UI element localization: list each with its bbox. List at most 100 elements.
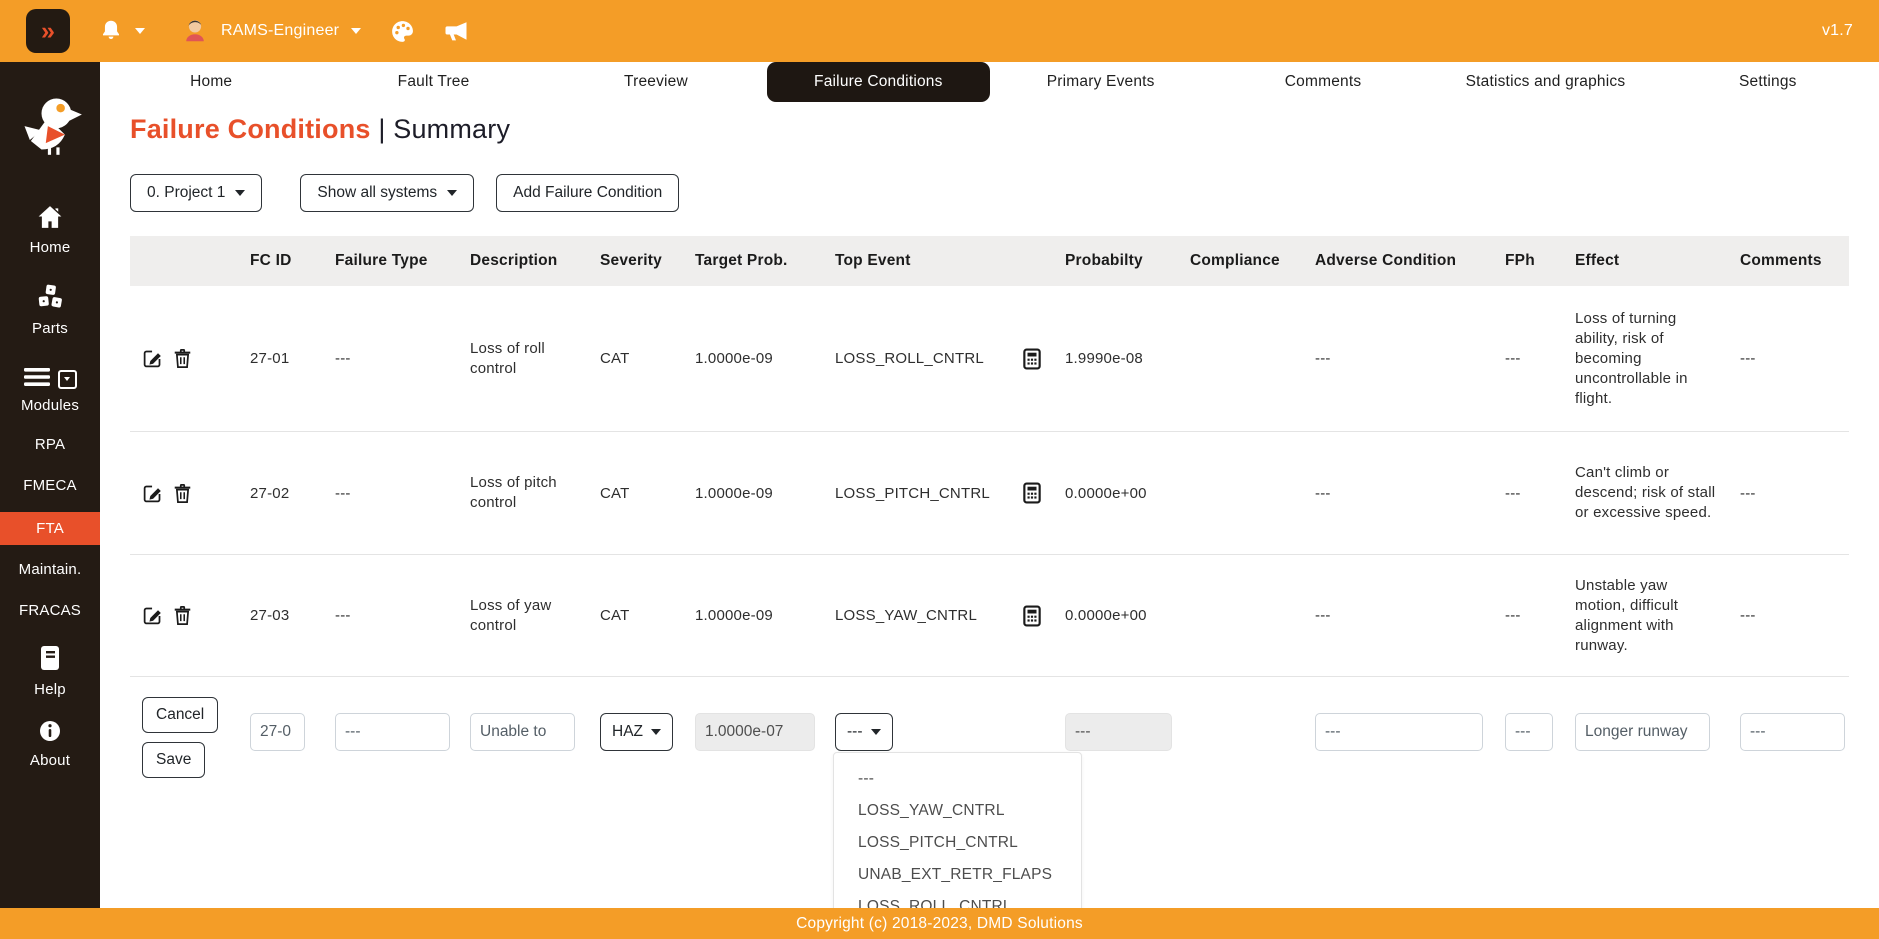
dropdown-option[interactable]: LOSS_PITCH_CNTRL: [834, 827, 1081, 859]
add-failure-condition-button[interactable]: Add Failure Condition: [496, 174, 679, 212]
fc-id-value: 27-01: [240, 350, 325, 367]
sidebar-item-help[interactable]: Help: [0, 645, 100, 698]
dropdown-option[interactable]: ---: [834, 763, 1081, 795]
probability-value: 0.0000e+00: [1055, 485, 1180, 502]
theme-palette-icon[interactable]: [389, 18, 416, 45]
tab-treeview[interactable]: Treeview: [545, 62, 767, 102]
probability-value: 0.0000e+00: [1055, 607, 1180, 624]
fph-value: ---: [1495, 350, 1565, 367]
sidebar-item-label: Help: [34, 681, 66, 698]
top-event-select[interactable]: ---: [835, 713, 893, 751]
sidebar-item-label: FTA: [36, 520, 64, 537]
app-version-label: v1.7: [1822, 22, 1853, 40]
comments-value: ---: [1730, 607, 1849, 624]
main-nav-tabs: Home Fault Tree Treeview Failure Conditi…: [100, 62, 1879, 102]
chevron-down-icon: [871, 729, 881, 735]
failure-type-value: ---: [325, 350, 460, 367]
calculator-icon[interactable]: [1023, 605, 1041, 627]
sidebar-item-label: Maintain.: [19, 561, 82, 578]
probability-input: [1065, 713, 1172, 751]
announcements-megaphone-icon[interactable]: [442, 17, 470, 45]
severity-value: CAT: [590, 607, 685, 624]
copyright-text: Copyright (c) 2018-2023, DMD Solutions: [796, 915, 1083, 933]
description-input[interactable]: [470, 713, 575, 751]
adverse-condition-value: ---: [1305, 607, 1495, 624]
adverse-condition-value: ---: [1305, 350, 1495, 367]
sidebar-item-label: Home: [30, 239, 71, 256]
failure-type-value: ---: [325, 607, 460, 624]
username-label: RAMS-Engineer: [221, 22, 339, 40]
table-row: 27-02 --- Loss of pitch control CAT 1.00…: [130, 432, 1849, 555]
fc-id-value: 27-02: [240, 485, 325, 502]
edit-row-button[interactable]: [142, 348, 163, 369]
adverse-condition-input[interactable]: [1315, 713, 1483, 751]
top-event-value: LOSS_YAW_CNTRL: [835, 607, 977, 624]
sidebar-item-fracas[interactable]: FRACAS: [0, 602, 100, 619]
notifications-bell-icon[interactable]: [98, 18, 124, 44]
column-header-target-prob: Target Prob.: [685, 252, 825, 270]
delete-row-button[interactable]: [173, 483, 192, 504]
top-event-value: LOSS_PITCH_CNTRL: [835, 485, 990, 502]
edit-row-button[interactable]: [142, 605, 163, 626]
edit-row-button[interactable]: [142, 483, 163, 504]
comments-input[interactable]: [1740, 713, 1845, 751]
page-title: Failure Conditions | Summary: [130, 114, 510, 145]
fph-value: ---: [1495, 485, 1565, 502]
target-prob-value: 1.0000e-09: [685, 485, 825, 502]
project-select-button[interactable]: 0. Project 1: [130, 174, 262, 212]
tab-settings[interactable]: Settings: [1657, 62, 1879, 102]
calculator-icon[interactable]: [1023, 482, 1041, 504]
dropdown-option[interactable]: LOSS_YAW_CNTRL: [834, 795, 1081, 827]
table-row: 27-03 --- Loss of yaw control CAT 1.0000…: [130, 555, 1849, 677]
bell-dropdown-caret-icon[interactable]: [135, 28, 145, 34]
modules-expand-icon[interactable]: [58, 370, 77, 389]
fc-id-input[interactable]: [250, 713, 305, 751]
column-header-compliance: Compliance: [1180, 252, 1305, 270]
top-event-value: LOSS_ROLL_CNTRL: [835, 350, 984, 367]
user-dropdown-caret-icon: [351, 28, 361, 34]
sidebar-item-fta[interactable]: FTA: [0, 512, 100, 545]
sidebar-item-rpa[interactable]: RPA: [0, 436, 100, 453]
tab-statistics[interactable]: Statistics and graphics: [1434, 62, 1656, 102]
tab-comments[interactable]: Comments: [1212, 62, 1434, 102]
tab-failure-conditions[interactable]: Failure Conditions: [767, 62, 989, 102]
severity-select[interactable]: HAZ: [600, 713, 673, 751]
effect-input[interactable]: [1575, 713, 1710, 751]
delete-row-button[interactable]: [173, 605, 192, 626]
save-button[interactable]: Save: [142, 742, 205, 778]
severity-value: CAT: [590, 350, 685, 367]
tab-primary-events[interactable]: Primary Events: [990, 62, 1212, 102]
probability-value: 1.9990e-08: [1055, 350, 1180, 367]
sidebar-item-modules[interactable]: Modules: [0, 367, 100, 414]
dropdown-option[interactable]: UNAB_EXT_RETR_FLAPS: [834, 859, 1081, 891]
cancel-button[interactable]: Cancel: [142, 697, 218, 733]
sidebar-item-about[interactable]: About: [0, 720, 100, 769]
adverse-condition-value: ---: [1305, 485, 1495, 502]
page-title-separator: |: [378, 114, 385, 144]
calculator-icon[interactable]: [1023, 348, 1041, 370]
table-header-row: FC ID Failure Type Description Severity …: [130, 236, 1849, 286]
sidebar-item-parts[interactable]: Parts: [0, 284, 100, 337]
book-icon: [38, 645, 62, 675]
sidebar-toggle-button[interactable]: »: [26, 9, 70, 53]
fph-value: ---: [1495, 607, 1565, 624]
column-header-fc-id: FC ID: [240, 252, 325, 270]
fph-input[interactable]: [1505, 713, 1553, 751]
list-icon: [24, 367, 50, 391]
column-header-fph: FPh: [1495, 252, 1565, 270]
user-menu[interactable]: RAMS-Engineer: [181, 15, 361, 48]
failure-conditions-table: FC ID Failure Type Description Severity …: [130, 236, 1849, 827]
delete-row-button[interactable]: [173, 348, 192, 369]
column-header-failure-type: Failure Type: [325, 252, 460, 270]
comments-value: ---: [1730, 350, 1849, 367]
sidebar-item-maintain[interactable]: Maintain.: [0, 561, 100, 578]
sidebar-item-fmeca[interactable]: FMECA: [0, 477, 100, 494]
double-chevron-right-icon: »: [41, 17, 55, 46]
column-header-top-event: Top Event: [825, 252, 1055, 270]
sidebar-item-home[interactable]: Home: [0, 205, 100, 256]
tab-fault-tree[interactable]: Fault Tree: [322, 62, 544, 102]
failure-type-input[interactable]: [335, 713, 450, 751]
tab-home[interactable]: Home: [100, 62, 322, 102]
systems-filter-button[interactable]: Show all systems: [300, 174, 474, 212]
info-icon: [39, 720, 61, 746]
